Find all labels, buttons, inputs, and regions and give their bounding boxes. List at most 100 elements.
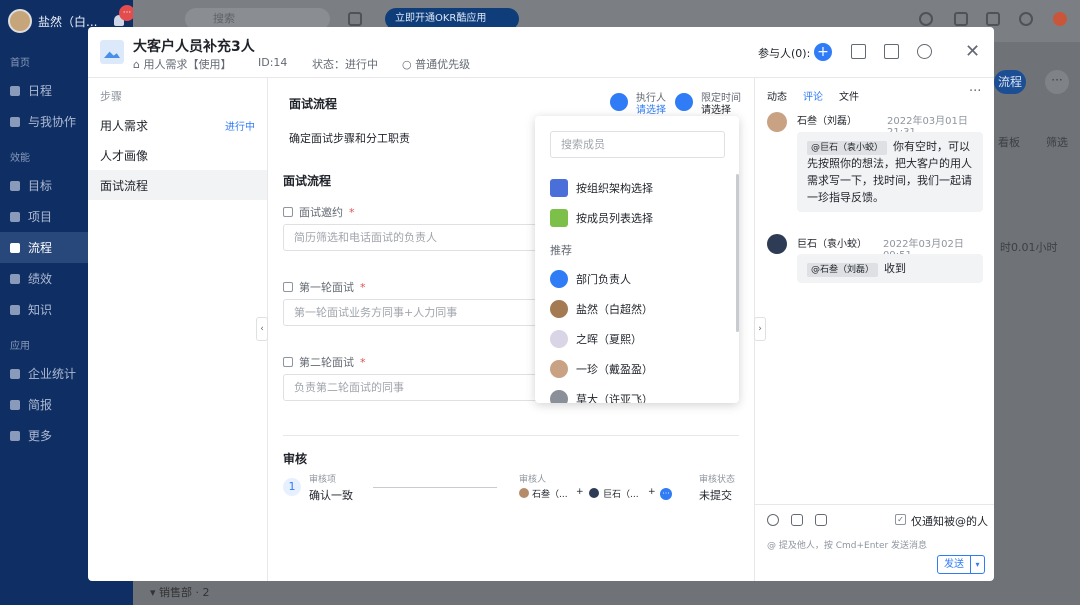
add-participant-button[interactable]: + <box>814 43 832 61</box>
more-icon[interactable]: ··· <box>1045 70 1069 94</box>
deadline-select[interactable]: 请选择 <box>701 101 731 116</box>
task-priority[interactable]: ○ 普通优先级 <box>402 56 470 72</box>
step-item-interview[interactable]: 面试流程 <box>88 170 267 200</box>
text-field-icon <box>283 357 293 367</box>
reviewer-1: 石叁（... <box>532 490 568 500</box>
more-reviewers-icon[interactable]: ··· <box>660 488 672 500</box>
review-item-value: 确认一致 <box>309 489 353 502</box>
attachment-icon[interactable] <box>791 514 803 526</box>
member-item[interactable]: 一珍（戴盈盈） <box>550 358 653 380</box>
priority-label: 普通优先级 <box>415 58 471 71</box>
calendar-icon[interactable] <box>675 93 693 111</box>
tab-comments[interactable]: 评论 <box>803 88 823 103</box>
task-id: ID:14 <box>258 56 288 69</box>
close-icon[interactable]: ✕ <box>965 41 980 62</box>
menu-item-label: 按组织架构选择 <box>576 182 653 195</box>
member-name: 之晖（夏熙） <box>576 333 642 346</box>
select-by-list[interactable]: 按成员列表选择 <box>550 207 653 229</box>
document-icon[interactable] <box>851 44 866 59</box>
more-icon[interactable]: ··· <box>969 84 981 99</box>
comment-body: @巨石（袁小蛟） 你有空时，可以先按照你的想法，把大客户的用人需求写一下，找时间，… <box>797 132 983 212</box>
filter-button[interactable]: 筛选 <box>1046 134 1068 150</box>
user-icon[interactable] <box>917 44 932 59</box>
sidebar-item-label: 与我协作 <box>28 115 77 129</box>
comment-text: 收到 <box>884 262 907 275</box>
member-item[interactable]: 草大（许亚飞） <box>550 388 653 403</box>
comment-body: @石叁（刘磊） 收到 <box>797 254 983 283</box>
time-text: 时0.01小时 <box>1000 241 1058 254</box>
round1-input[interactable]: 第一轮面试业务方同事+人力同事 <box>283 299 539 326</box>
activity-tabs: 动态 评论 文件 <box>767 88 859 103</box>
member-item[interactable]: 盐然（白超然） <box>550 298 653 320</box>
reviewer-label: 审核人 <box>519 475 547 485</box>
reviewer-2: 巨石（... <box>603 490 639 500</box>
modal-title: 大客户人员补充3人 <box>133 39 255 55</box>
executor-select[interactable]: 请选择 <box>636 101 666 116</box>
select-by-org[interactable]: 按组织架构选择 <box>550 177 653 199</box>
avatar <box>550 360 568 378</box>
executor-icon[interactable] <box>610 93 628 111</box>
task-status[interactable]: 状态：进行中 <box>312 56 378 72</box>
stats-icon <box>10 368 20 379</box>
book-icon <box>10 304 20 315</box>
round2-input[interactable]: 负责第二轮面试的同事 <box>283 374 539 401</box>
flag-icon <box>10 180 20 191</box>
grid-icon <box>10 430 20 441</box>
tab-activity[interactable]: 动态 <box>767 88 787 103</box>
task-type[interactable]: ⌂ 用人需求【使用】 <box>133 56 231 72</box>
location-icon[interactable] <box>919 12 933 26</box>
app-logo-icon[interactable] <box>1053 12 1067 26</box>
emoji-icon[interactable] <box>767 514 779 526</box>
member-name: 部门负责人 <box>576 273 631 286</box>
reviewer-avatar <box>519 488 529 498</box>
collapse-left-button[interactable]: ‹ <box>256 317 268 341</box>
review-divider <box>373 487 497 488</box>
send-label: 发送 <box>944 559 964 570</box>
review-status-value: 未提交 <box>699 489 732 502</box>
step-item-requirement[interactable]: 用人需求 进行中 <box>88 110 267 140</box>
member-item[interactable]: 部门负责人 <box>550 268 631 290</box>
tab-files[interactable]: 文件 <box>839 88 859 103</box>
user-avatar[interactable] <box>8 9 32 33</box>
comment-author: 巨石（袁小蛟） <box>797 239 867 250</box>
new-flow-button[interactable]: 流程 <box>994 70 1026 94</box>
sidebar-item-label: 目标 <box>28 179 53 193</box>
step-description: 确定面试步骤和分工职责 <box>289 132 410 145</box>
member-item[interactable]: 之晖（夏熙） <box>550 328 642 350</box>
step-status: 进行中 <box>225 121 255 133</box>
member-name: 一珍（戴盈盈） <box>576 363 653 376</box>
task-type-label: 用人需求【使用】 <box>143 58 232 71</box>
folder-icon[interactable] <box>884 44 899 59</box>
send-button[interactable]: 发送 ▾ <box>937 555 985 574</box>
collapse-right-button[interactable]: › <box>754 317 766 341</box>
member-search-input[interactable]: 搜索成员 <box>550 131 725 158</box>
chevron-down-icon[interactable]: ▾ <box>970 556 984 573</box>
department-group[interactable]: ▾ 销售部 · 2 <box>150 584 210 600</box>
check-circle-icon <box>10 116 20 127</box>
avatar <box>767 234 787 254</box>
briefcase-icon <box>10 211 20 222</box>
reviewer-avatar <box>589 488 599 498</box>
step-item-profile[interactable]: 人才画像 <box>88 140 267 170</box>
review-status-label: 审核状态 <box>699 475 736 485</box>
avatar <box>550 300 568 318</box>
bookmark-icon[interactable] <box>954 12 968 26</box>
board-view-button[interactable]: 看板 <box>998 134 1020 150</box>
sidebar-item-label: 日程 <box>28 84 53 98</box>
link-icon[interactable] <box>815 514 827 526</box>
notify-checkbox[interactable]: ✓ <box>895 514 906 525</box>
comment-input[interactable]: @ 提及他人，按 Cmd+Enter 发送消息 <box>767 538 927 551</box>
scan-box-icon[interactable] <box>986 12 1000 26</box>
form-subtitle: 面试流程 <box>283 174 332 188</box>
modal-header: 大客户人员补充3人 ⌂ 用人需求【使用】 ID:14 状态：进行中 ○ 普通优先… <box>88 27 994 78</box>
org-chart-icon <box>550 179 568 197</box>
dropdown-scrollbar[interactable] <box>736 174 739 332</box>
help-icon[interactable] <box>1019 12 1033 26</box>
scan-icon[interactable] <box>348 12 362 26</box>
sidebar-item-label: 项目 <box>28 210 53 224</box>
step-label: 人才画像 <box>100 148 149 163</box>
sidebar-item-label: 企业统计 <box>28 367 77 381</box>
menu-item-label: 按成员列表选择 <box>576 212 653 225</box>
comment-author: 石叁（刘磊） <box>797 116 857 127</box>
invite-input[interactable]: 简历筛选和电话面试的负责人 <box>283 224 539 251</box>
